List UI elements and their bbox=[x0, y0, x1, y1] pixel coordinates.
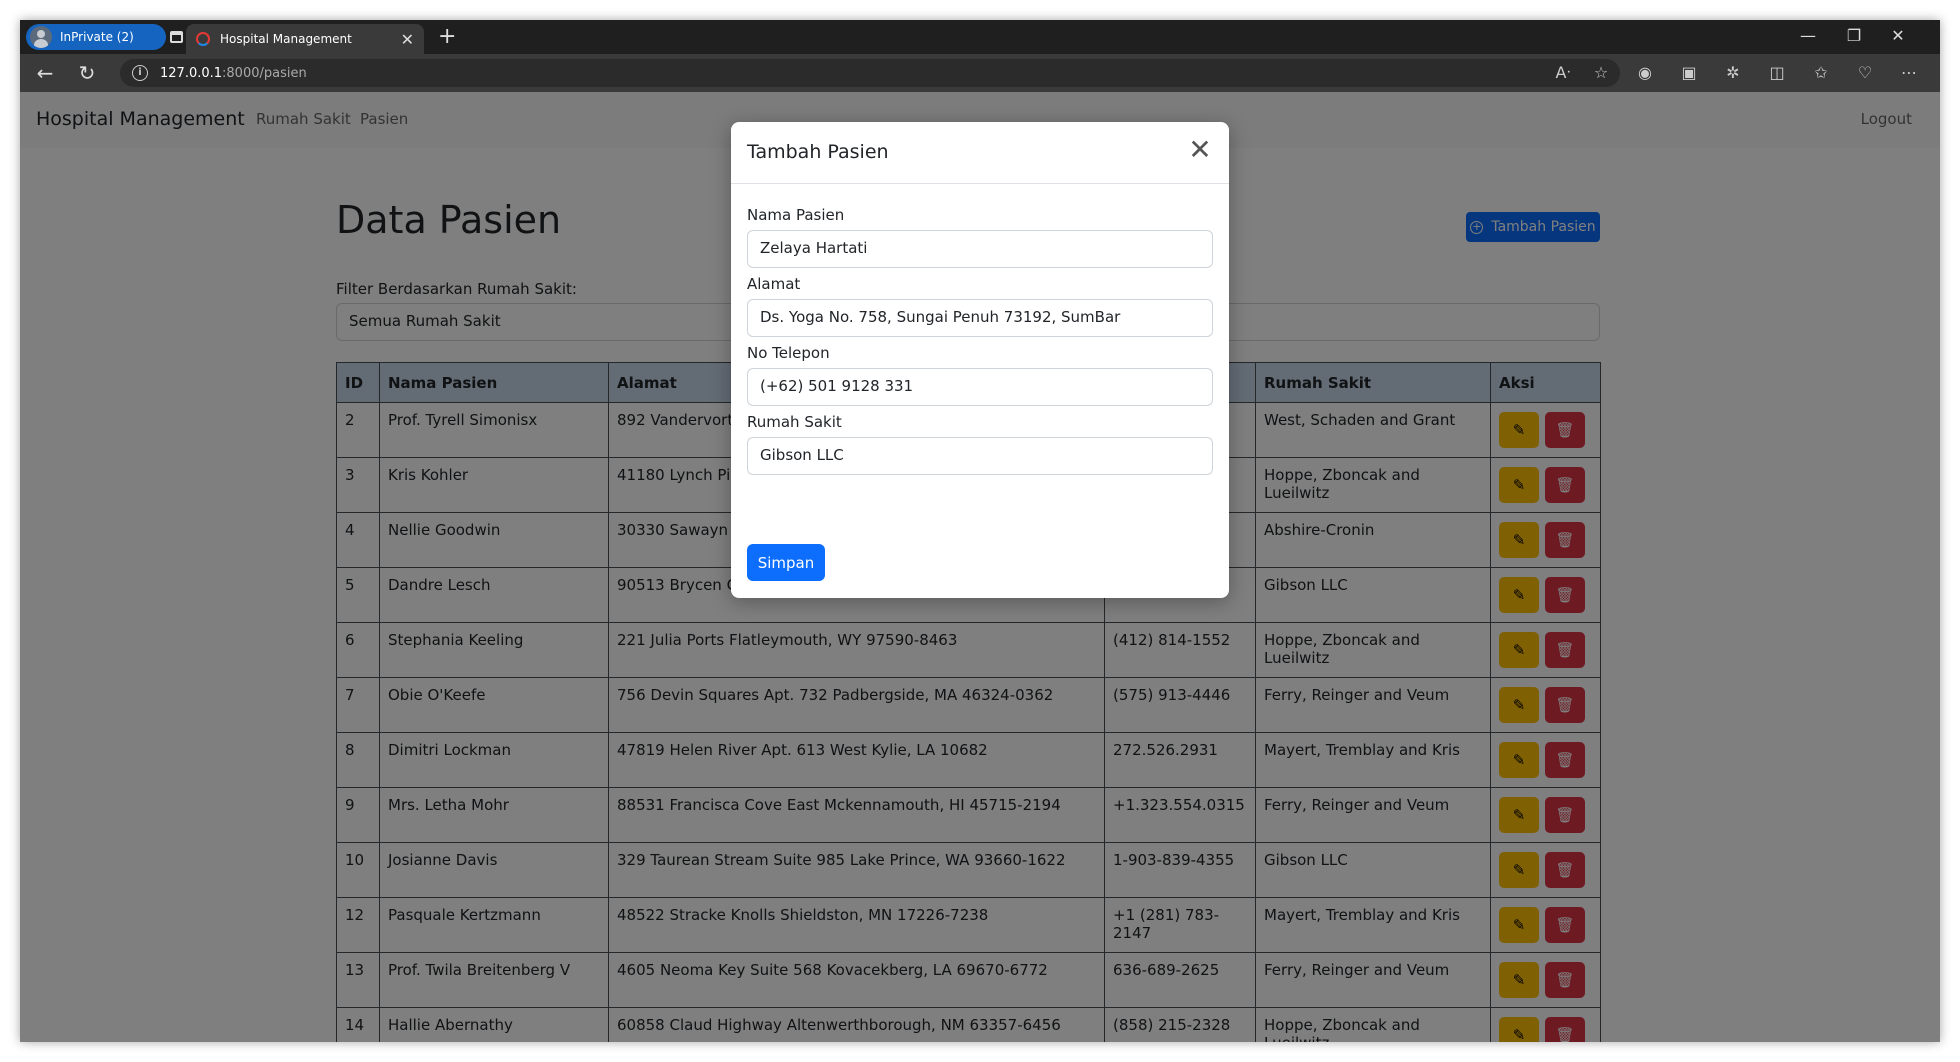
more-menu-icon[interactable]: ⋯ bbox=[1898, 63, 1920, 82]
minimize-icon[interactable]: — bbox=[1796, 26, 1820, 45]
phone-label: No Telepon bbox=[747, 344, 830, 362]
tab-close-icon[interactable]: ✕ bbox=[401, 30, 414, 49]
tab-actions-icon[interactable] bbox=[166, 27, 186, 47]
favorites-icon[interactable]: ✩ bbox=[1810, 63, 1832, 82]
refresh-icon[interactable]: ↻ bbox=[74, 60, 100, 86]
split-screen-icon[interactable]: ◫ bbox=[1766, 63, 1788, 82]
new-tab-button[interactable]: + bbox=[438, 24, 456, 50]
add-patient-modal: Tambah Pasien ✕ Nama Pasien Zelaya Harta… bbox=[731, 122, 1229, 598]
url-field[interactable]: i 127.0.0.1 :8000/pasien bbox=[120, 59, 1620, 87]
patient-name-input[interactable]: Zelaya Hartati bbox=[747, 230, 1213, 268]
url-path: :8000/pasien bbox=[222, 65, 307, 81]
browser-essentials-icon[interactable]: ♡ bbox=[1854, 63, 1876, 82]
url-host: 127.0.0.1 bbox=[160, 65, 223, 81]
address-bar: ← ↻ i 127.0.0.1 :8000/pasien Aᐧ ☆ ◉ ▣ ✲ … bbox=[20, 54, 1940, 92]
inprivate-badge[interactable]: InPrivate (2) bbox=[26, 24, 166, 50]
window-close-icon[interactable]: ✕ bbox=[1886, 26, 1910, 45]
extension-square-icon[interactable]: ▣ bbox=[1678, 63, 1700, 82]
inprivate-label: InPrivate (2) bbox=[60, 30, 134, 44]
hospital-label: Rumah Sakit bbox=[747, 413, 842, 431]
tab-bar: InPrivate (2) Hospital Management ✕ + — … bbox=[20, 20, 1940, 54]
extensions-puzzle-icon[interactable]: ✲ bbox=[1722, 63, 1744, 82]
back-icon[interactable]: ← bbox=[32, 60, 58, 86]
save-button[interactable]: Simpan bbox=[747, 544, 825, 581]
favorite-star-icon[interactable]: ☆ bbox=[1590, 63, 1612, 82]
tab-title: Hospital Management bbox=[220, 32, 352, 46]
favicon-icon bbox=[196, 32, 210, 46]
close-icon[interactable]: ✕ bbox=[1185, 136, 1215, 166]
modal-title: Tambah Pasien bbox=[747, 141, 889, 163]
address-input[interactable]: Ds. Yoga No. 758, Sungai Penuh 73192, Su… bbox=[747, 299, 1213, 337]
profile-avatar-icon bbox=[30, 26, 52, 48]
patient-name-label: Nama Pasien bbox=[747, 206, 845, 224]
address-label: Alamat bbox=[747, 275, 801, 293]
hospital-select[interactable]: Gibson LLC bbox=[747, 437, 1213, 475]
phone-input[interactable]: (+62) 501 9128 331 bbox=[747, 368, 1213, 406]
site-info-icon[interactable]: i bbox=[132, 65, 148, 81]
modal-header: Tambah Pasien ✕ bbox=[731, 122, 1229, 184]
web-page: Hospital Management Rumah Sakit Pasien L… bbox=[20, 92, 1940, 1042]
restore-icon[interactable]: ❐ bbox=[1842, 26, 1866, 45]
read-aloud-icon[interactable]: Aᐧ bbox=[1552, 63, 1574, 82]
browser-window: InPrivate (2) Hospital Management ✕ + — … bbox=[20, 20, 1940, 1042]
browser-tab[interactable]: Hospital Management ✕ bbox=[186, 24, 424, 54]
extension-icon[interactable]: ◉ bbox=[1634, 63, 1656, 82]
